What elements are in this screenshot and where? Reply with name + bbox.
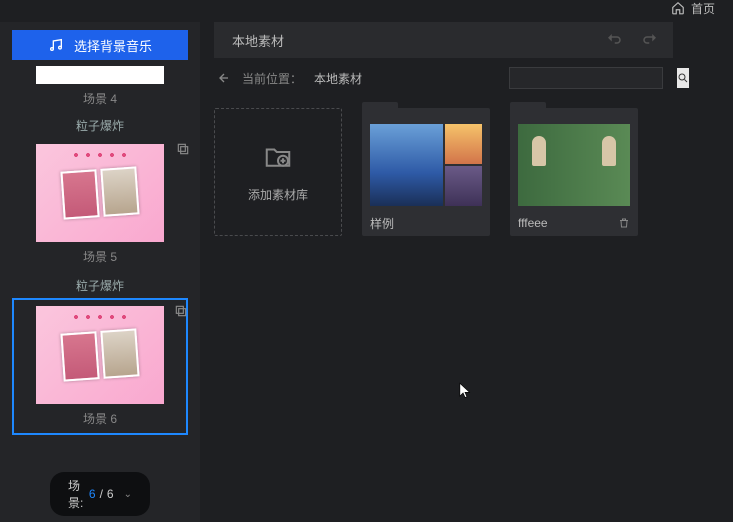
scene-label: 场景 6 bbox=[14, 410, 186, 427]
scene-effect-name: 粒子爆炸 bbox=[4, 117, 196, 134]
search-input[interactable] bbox=[510, 68, 677, 88]
folder-preview bbox=[518, 124, 630, 206]
scene-item[interactable]: 场景 5 bbox=[12, 138, 188, 271]
scene-item-selected[interactable]: 场景 6 bbox=[12, 298, 188, 435]
folder-preview bbox=[370, 124, 482, 206]
asset-grid: 添加素材库 样例 fffeee bbox=[214, 98, 733, 236]
search-box bbox=[509, 67, 663, 89]
scene-thumb bbox=[36, 306, 164, 404]
scene-list: 场景 4 粒子爆炸 场景 5 粒子爆炸 场景 6 bbox=[0, 66, 200, 522]
search-icon bbox=[677, 72, 689, 84]
folder-name: fffeee bbox=[518, 216, 548, 230]
breadcrumb-row: 当前位置： 本地素材 bbox=[214, 58, 733, 98]
music-icon bbox=[48, 37, 64, 53]
add-asset-library-label: 添加素材库 bbox=[248, 186, 308, 203]
trash-icon[interactable] bbox=[618, 217, 630, 229]
copy-icon[interactable] bbox=[176, 142, 190, 156]
tab-local-assets[interactable]: 本地素材 bbox=[214, 22, 302, 58]
scene-counter-sep: / bbox=[100, 487, 103, 501]
tabbar: 本地素材 bbox=[214, 22, 733, 58]
home-link[interactable]: 首页 bbox=[691, 0, 715, 17]
scene-label: 场景 4 bbox=[4, 90, 196, 107]
copy-icon[interactable] bbox=[174, 304, 188, 318]
breadcrumb-label: 当前位置： bbox=[242, 70, 302, 87]
redo-icon[interactable] bbox=[641, 31, 659, 49]
scene-thumb bbox=[36, 144, 164, 242]
scene-label: 场景 5 bbox=[12, 248, 188, 265]
undo-icon[interactable] bbox=[605, 31, 623, 49]
folder-name: 样例 bbox=[370, 215, 394, 232]
topbar: 首页 bbox=[671, 0, 715, 16]
scene-counter[interactable]: 场景: 6 / 6 ⌄ bbox=[50, 472, 150, 516]
asset-folder[interactable]: 样例 bbox=[362, 108, 490, 236]
folder-plus-icon bbox=[260, 142, 296, 172]
content-area: 本地素材 当前位置： 本地素材 添加素材库 bbox=[200, 22, 733, 522]
scene-thumb bbox=[36, 66, 164, 84]
tab-actions bbox=[302, 22, 673, 58]
cursor-icon bbox=[458, 382, 472, 400]
back-icon[interactable] bbox=[214, 70, 230, 86]
select-bgm-label: 选择背景音乐 bbox=[74, 36, 152, 55]
scene-item[interactable]: 场景 4 bbox=[4, 66, 196, 107]
breadcrumb-value[interactable]: 本地素材 bbox=[314, 70, 362, 87]
add-asset-library-button[interactable]: 添加素材库 bbox=[214, 108, 342, 236]
select-bgm-button[interactable]: 选择背景音乐 bbox=[12, 30, 188, 60]
scene-counter-prefix: 场景: bbox=[68, 477, 85, 511]
scene-counter-total: 6 bbox=[107, 487, 114, 501]
scene-effect-name: 粒子爆炸 bbox=[4, 277, 196, 294]
sidebar: 选择背景音乐 场景 4 粒子爆炸 场景 5 粒子爆炸 场景 bbox=[0, 22, 200, 522]
home-icon[interactable] bbox=[671, 1, 685, 15]
scene-counter-current: 6 bbox=[89, 487, 96, 501]
asset-folder[interactable]: fffeee bbox=[510, 108, 638, 236]
chevron-down-icon[interactable]: ⌄ bbox=[124, 489, 132, 500]
search-button[interactable] bbox=[677, 68, 689, 88]
